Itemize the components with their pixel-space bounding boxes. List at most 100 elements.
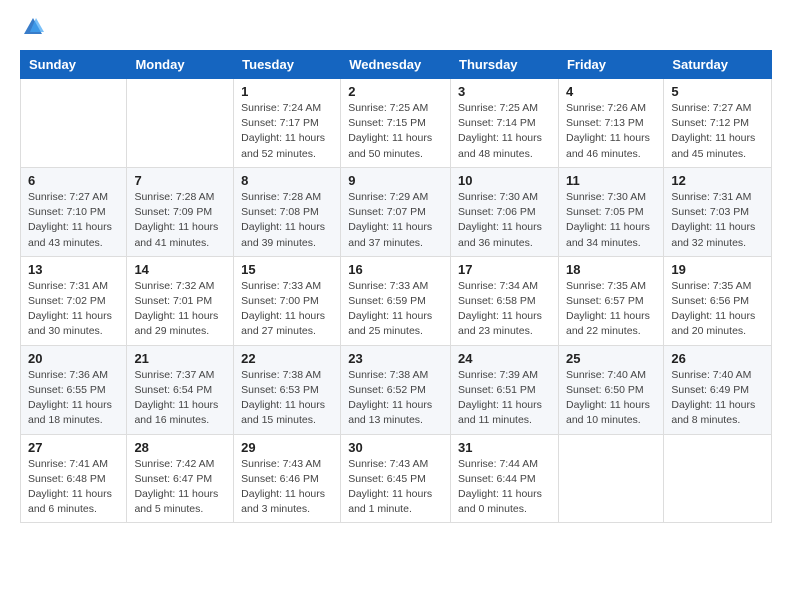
calendar-cell: 5 Sunrise: 7:27 AMSunset: 7:12 PMDaylight… [664,79,772,168]
day-detail: Sunrise: 7:40 AMSunset: 6:49 PMDaylight:… [671,368,764,429]
header [20,16,772,40]
calendar-cell: 7Sunrise: 7:28 AMSunset: 7:09 PMDaylight… [127,167,234,256]
calendar-cell: 10 Sunrise: 7:30 AMSunset: 7:06 PMDayligh… [451,167,559,256]
calendar-week-row: 13 Sunrise: 7:31 AMSunset: 7:02 PMDayligh… [21,256,772,345]
day-number: 9 [348,173,443,188]
calendar-cell: 21Sunrise: 7:37 AMSunset: 6:54 PMDayligh… [127,345,234,434]
calendar-cell [21,79,127,168]
day-detail: Sunrise: 7:36 AMSunset: 6:55 PMDaylight:… [28,368,119,429]
day-detail: Sunrise: 7:30 AMSunset: 7:06 PMDaylight:… [458,190,551,251]
day-number: 10 [458,173,551,188]
day-detail: Sunrise: 7:40 AMSunset: 6:50 PMDaylight:… [566,368,656,429]
calendar-cell: 8Sunrise: 7:28 AMSunset: 7:08 PMDaylight… [234,167,341,256]
day-number: 5 [671,84,764,99]
calendar-cell: 19Sunrise: 7:35 AMSunset: 6:56 PMDayligh… [664,256,772,345]
day-detail: Sunrise: 7:43 AMSunset: 6:45 PMDaylight:… [348,457,443,518]
day-detail: Sunrise: 7:38 AMSunset: 6:53 PMDaylight:… [241,368,333,429]
day-number: 26 [671,351,764,366]
logo [20,16,44,40]
day-detail: Sunrise: 7:34 AMSunset: 6:58 PMDaylight:… [458,279,551,340]
day-number: 16 [348,262,443,277]
calendar-cell: 13 Sunrise: 7:31 AMSunset: 7:02 PMDayligh… [21,256,127,345]
day-number: 15 [241,262,333,277]
day-number: 23 [348,351,443,366]
col-header-monday: Monday [127,51,234,79]
day-number: 13 [28,262,119,277]
calendar-cell: 6 Sunrise: 7:27 AMSunset: 7:10 PMDaylight… [21,167,127,256]
calendar-cell: 22 Sunrise: 7:38 AMSunset: 6:53 PMDayligh… [234,345,341,434]
calendar-week-row: 27Sunrise: 7:41 AMSunset: 6:48 PMDayligh… [21,434,772,523]
day-number: 28 [134,440,226,455]
calendar-cell: 31 Sunrise: 7:44 AMSunset: 6:44 PMDayligh… [451,434,559,523]
day-number: 6 [28,173,119,188]
day-number: 4 [566,84,656,99]
calendar-cell [664,434,772,523]
day-detail: Sunrise: 7:27 AMSunset: 7:12 PMDaylight:… [671,101,764,162]
calendar-week-row: 6 Sunrise: 7:27 AMSunset: 7:10 PMDaylight… [21,167,772,256]
day-number: 1 [241,84,333,99]
calendar-cell: 24 Sunrise: 7:39 AMSunset: 6:51 PMDayligh… [451,345,559,434]
day-detail: Sunrise: 7:25 AMSunset: 7:14 PMDaylight:… [458,101,551,162]
day-detail: Sunrise: 7:26 AMSunset: 7:13 PMDaylight:… [566,101,656,162]
day-number: 27 [28,440,119,455]
day-number: 31 [458,440,551,455]
day-detail: Sunrise: 7:28 AMSunset: 7:08 PMDaylight:… [241,190,333,251]
calendar-cell: 15Sunrise: 7:33 AMSunset: 7:00 PMDayligh… [234,256,341,345]
calendar-cell: 23 Sunrise: 7:38 AMSunset: 6:52 PMDayligh… [341,345,451,434]
day-number: 22 [241,351,333,366]
calendar-cell: 20 Sunrise: 7:36 AMSunset: 6:55 PMDayligh… [21,345,127,434]
day-number: 3 [458,84,551,99]
day-number: 19 [671,262,764,277]
day-number: 11 [566,173,656,188]
calendar-cell [127,79,234,168]
day-number: 14 [134,262,226,277]
day-detail: Sunrise: 7:44 AMSunset: 6:44 PMDaylight:… [458,457,551,518]
day-detail: Sunrise: 7:43 AMSunset: 6:46 PMDaylight:… [241,457,333,518]
calendar-cell: 17 Sunrise: 7:34 AMSunset: 6:58 PMDayligh… [451,256,559,345]
logo-icon [22,16,44,38]
day-detail: Sunrise: 7:31 AMSunset: 7:03 PMDaylight:… [671,190,764,251]
calendar-cell: 4 Sunrise: 7:26 AMSunset: 7:13 PMDaylight… [558,79,663,168]
calendar-cell: 3 Sunrise: 7:25 AMSunset: 7:14 PMDaylight… [451,79,559,168]
day-number: 25 [566,351,656,366]
day-number: 17 [458,262,551,277]
calendar-week-row: 1Sunrise: 7:24 AMSunset: 7:17 PMDaylight… [21,79,772,168]
day-detail: Sunrise: 7:27 AMSunset: 7:10 PMDaylight:… [28,190,119,251]
calendar-cell: 29 Sunrise: 7:43 AMSunset: 6:46 PMDayligh… [234,434,341,523]
col-header-sunday: Sunday [21,51,127,79]
day-number: 29 [241,440,333,455]
calendar-cell: 2Sunrise: 7:25 AMSunset: 7:15 PMDaylight… [341,79,451,168]
day-number: 18 [566,262,656,277]
calendar-cell: 14 Sunrise: 7:32 AMSunset: 7:01 PMDayligh… [127,256,234,345]
calendar-cell: 25 Sunrise: 7:40 AMSunset: 6:50 PMDayligh… [558,345,663,434]
col-header-tuesday: Tuesday [234,51,341,79]
day-number: 2 [348,84,443,99]
calendar-cell: 27Sunrise: 7:41 AMSunset: 6:48 PMDayligh… [21,434,127,523]
day-number: 21 [134,351,226,366]
day-detail: Sunrise: 7:35 AMSunset: 6:57 PMDaylight:… [566,279,656,340]
day-detail: Sunrise: 7:31 AMSunset: 7:02 PMDaylight:… [28,279,119,340]
day-number: 20 [28,351,119,366]
calendar-cell: 28 Sunrise: 7:42 AMSunset: 6:47 PMDayligh… [127,434,234,523]
day-number: 12 [671,173,764,188]
day-detail: Sunrise: 7:39 AMSunset: 6:51 PMDaylight:… [458,368,551,429]
col-header-thursday: Thursday [451,51,559,79]
calendar-week-row: 20 Sunrise: 7:36 AMSunset: 6:55 PMDayligh… [21,345,772,434]
col-header-wednesday: Wednesday [341,51,451,79]
day-number: 30 [348,440,443,455]
calendar-cell: 30 Sunrise: 7:43 AMSunset: 6:45 PMDayligh… [341,434,451,523]
calendar-cell: 12 Sunrise: 7:31 AMSunset: 7:03 PMDayligh… [664,167,772,256]
calendar-cell [558,434,663,523]
day-detail: Sunrise: 7:32 AMSunset: 7:01 PMDaylight:… [134,279,226,340]
day-detail: Sunrise: 7:38 AMSunset: 6:52 PMDaylight:… [348,368,443,429]
day-detail: Sunrise: 7:30 AMSunset: 7:05 PMDaylight:… [566,190,656,251]
calendar-header-row: SundayMondayTuesdayWednesdayThursdayFrid… [21,51,772,79]
calendar: SundayMondayTuesdayWednesdayThursdayFrid… [20,50,772,523]
day-detail: Sunrise: 7:29 AMSunset: 7:07 PMDaylight:… [348,190,443,251]
calendar-cell: 1Sunrise: 7:24 AMSunset: 7:17 PMDaylight… [234,79,341,168]
day-detail: Sunrise: 7:42 AMSunset: 6:47 PMDaylight:… [134,457,226,518]
calendar-cell: 26 Sunrise: 7:40 AMSunset: 6:49 PMDayligh… [664,345,772,434]
day-detail: Sunrise: 7:28 AMSunset: 7:09 PMDaylight:… [134,190,226,251]
calendar-cell: 16Sunrise: 7:33 AMSunset: 6:59 PMDayligh… [341,256,451,345]
day-number: 24 [458,351,551,366]
